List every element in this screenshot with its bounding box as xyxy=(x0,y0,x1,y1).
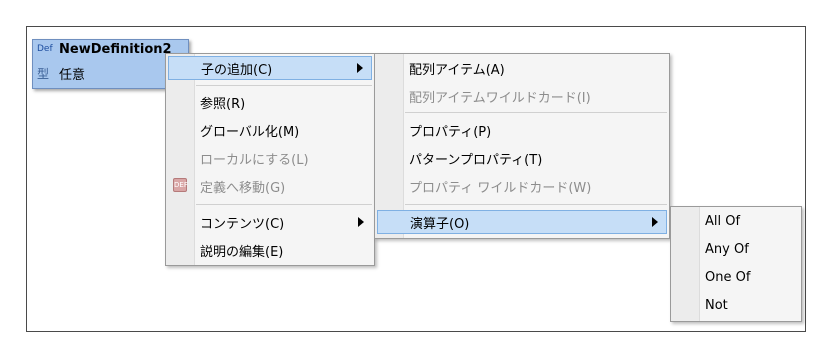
menu-item-make-local[interactable]: ローカルにする(L) xyxy=(168,146,372,170)
menu-item-array-item[interactable]: 配列アイテム(A) xyxy=(377,56,667,80)
submenu-arrow-icon xyxy=(357,63,363,73)
menu-item-not[interactable]: Not xyxy=(673,293,799,317)
menu-item-edit-description[interactable]: 説明の編集(E) xyxy=(168,238,372,262)
menu-separator xyxy=(196,204,372,205)
definition-icon: DEF xyxy=(173,178,188,192)
menu-item-add-child[interactable]: 子の追加(C) xyxy=(168,56,372,80)
menu-separator xyxy=(196,85,372,86)
menu-item-all-of[interactable]: All Of xyxy=(673,209,799,233)
menu-separator xyxy=(405,204,667,205)
node-header: Def NewDefinition2 xyxy=(37,40,172,58)
menu-separator xyxy=(405,112,667,113)
menu-item-make-global[interactable]: グローバル化(M) xyxy=(168,118,372,142)
menu-item-pattern-property[interactable]: パターンプロパティ(T) xyxy=(377,146,667,170)
add-child-submenu: 配列アイテム(A) 配列アイテムワイルドカード(I) プロパティ(P) パターン… xyxy=(374,53,670,239)
menu-item-property[interactable]: プロパティ(P) xyxy=(377,118,667,142)
def-tag: Def xyxy=(37,44,53,54)
menu-item-one-of[interactable]: One Of xyxy=(673,265,799,289)
menu-item-go-to-definition[interactable]: DEF 定義へ移動(G) xyxy=(168,174,372,198)
node-type-row: 型 任意 xyxy=(37,64,85,83)
type-tag: 型 xyxy=(37,66,50,81)
submenu-arrow-icon xyxy=(652,217,658,227)
operator-submenu: All Of Any Of One Of Not xyxy=(670,206,802,322)
menu-item-any-of[interactable]: Any Of xyxy=(673,237,799,261)
context-menu: 子の追加(C) 参照(R) グローバル化(M) ローカルにする(L) DEF 定… xyxy=(165,53,375,266)
menu-item-operator[interactable]: 演算子(O) xyxy=(377,210,667,234)
menu-item-reference[interactable]: 参照(R) xyxy=(168,90,372,114)
definition-name[interactable]: NewDefinition2 xyxy=(59,42,172,57)
menu-item-array-item-wildcard[interactable]: 配列アイテムワイルドカード(I) xyxy=(377,84,667,108)
menu-item-property-wildcard[interactable]: プロパティ ワイルドカード(W) xyxy=(377,174,667,198)
menu-item-contents[interactable]: コンテンツ(C) xyxy=(168,210,372,234)
type-value[interactable]: 任意 xyxy=(59,64,85,83)
submenu-arrow-icon xyxy=(358,217,364,227)
